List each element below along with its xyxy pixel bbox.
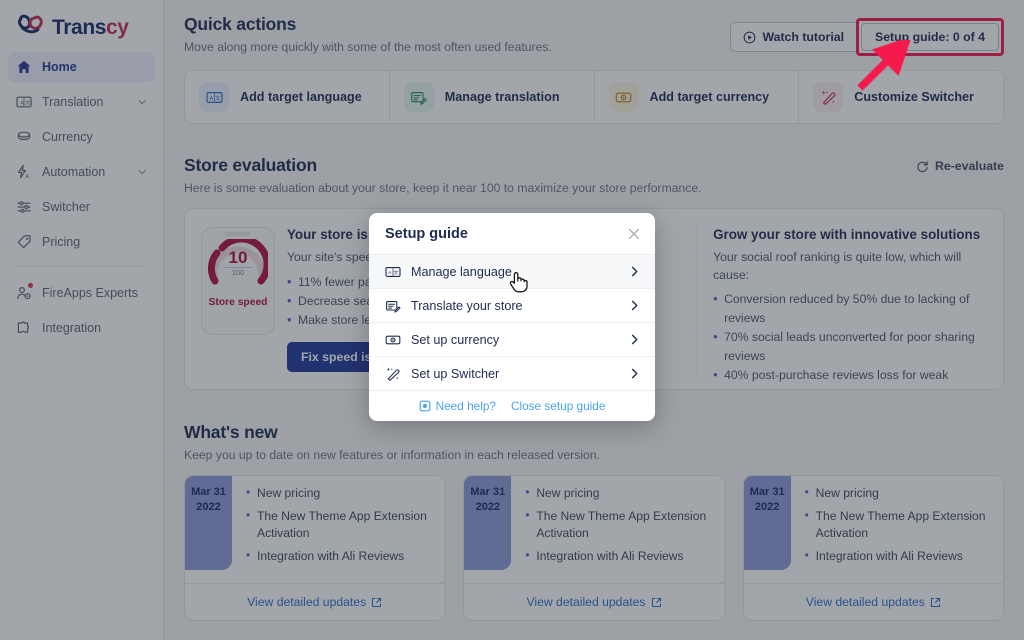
help-badge-icon xyxy=(419,400,430,412)
language-ab-icon: A 文 xyxy=(385,266,401,277)
setup-guide-modal-title: Setup guide xyxy=(385,226,468,242)
setup-guide-modal-footer: Need help? Close setup guide xyxy=(369,390,655,421)
close-setup-guide-link[interactable]: Close setup guide xyxy=(511,399,605,413)
setup-guide-item-set-up-switcher[interactable]: Set up Switcher xyxy=(369,356,655,390)
chevron-right-icon xyxy=(631,300,638,311)
banknote-icon xyxy=(385,335,401,344)
document-pencil-icon xyxy=(386,300,401,313)
app-root: Transcy Home A 文 Translation Currency A … xyxy=(0,0,1024,640)
setup-guide-modal-header: Setup guide xyxy=(369,213,655,254)
setup-guide-item-set-up-currency[interactable]: Set up currency xyxy=(369,322,655,356)
setup-guide-item-label: Manage language xyxy=(411,264,512,279)
setup-guide-item-label: Set up Switcher xyxy=(411,366,500,381)
chevron-right-icon xyxy=(631,266,638,277)
need-help-link[interactable]: Need help? xyxy=(419,399,496,413)
chevron-right-icon xyxy=(631,368,638,379)
setup-guide-item-manage-language[interactable]: A 文 Manage language xyxy=(369,254,655,288)
close-icon[interactable] xyxy=(627,227,641,241)
need-help-label: Need help? xyxy=(435,399,496,413)
svg-text:文: 文 xyxy=(394,269,399,276)
setup-guide-item-translate-your-store[interactable]: Translate your store xyxy=(369,288,655,322)
setup-guide-modal: Setup guide A 文 Manage language Translat… xyxy=(369,213,655,421)
svg-text:A: A xyxy=(388,270,392,276)
chevron-right-icon xyxy=(631,334,638,345)
magic-wand-icon xyxy=(386,367,400,381)
setup-guide-item-label: Translate your store xyxy=(411,298,523,313)
setup-guide-item-label: Set up currency xyxy=(411,332,500,347)
